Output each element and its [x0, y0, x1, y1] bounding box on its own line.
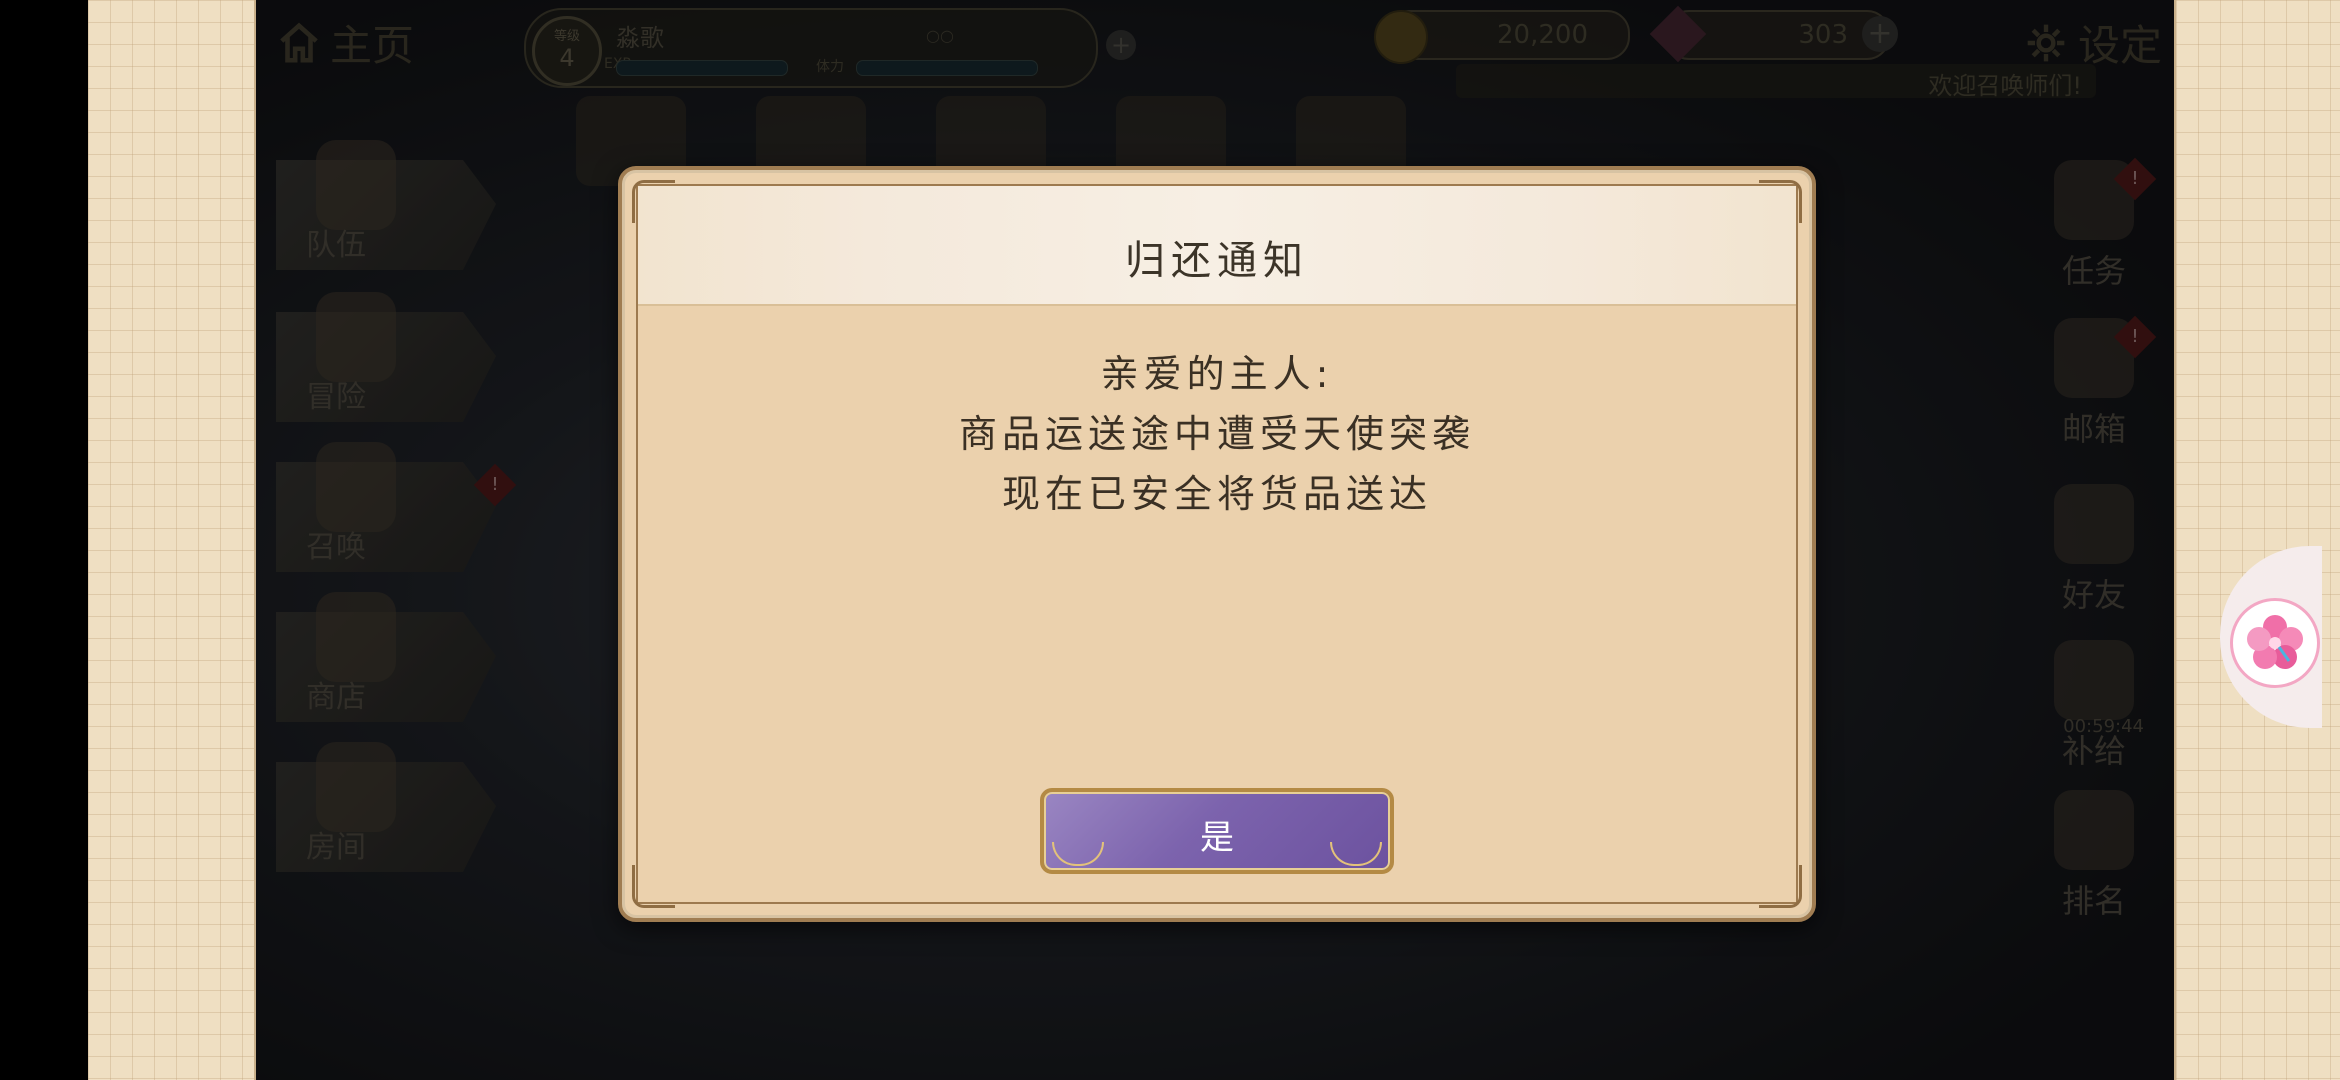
corner-ornament — [1759, 180, 1802, 223]
corner-ornament — [632, 865, 675, 908]
message-line: 商品运送途中遭受天使突袭 — [958, 412, 1475, 456]
left-decorative-pattern — [88, 0, 256, 1080]
dialog-title: 归还通知 — [1125, 238, 1309, 284]
corner-ornament — [632, 180, 675, 223]
flower-assistant-button[interactable] — [2230, 598, 2320, 688]
confirm-button[interactable]: 是 — [1040, 788, 1394, 874]
swirl-ornament — [1052, 842, 1104, 866]
dialog-message: 亲爱的主人: 商品运送途中遭受天使突袭 现在已安全将货品送达 — [622, 344, 1812, 524]
right-decorative-pattern — [2174, 0, 2340, 1080]
swirl-ornament — [1330, 842, 1382, 866]
message-line: 现在已安全将货品送达 — [1001, 472, 1432, 516]
message-line: 亲爱的主人: — [1100, 352, 1334, 396]
return-notice-dialog: 归还通知 亲爱的主人: 商品运送途中遭受天使突袭 现在已安全将货品送达 是 — [618, 166, 1816, 922]
corner-ornament — [1759, 865, 1802, 908]
flower-icon — [2247, 615, 2303, 669]
